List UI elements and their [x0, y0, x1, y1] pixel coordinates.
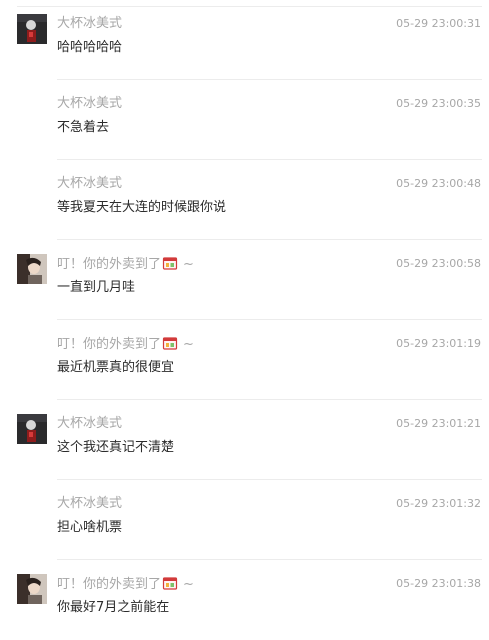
message-text: 最近机票真的很便宜 — [57, 360, 175, 375]
bento-box-icon — [162, 335, 178, 357]
chat-message[interactable]: 叮！你的外卖到了 ~ 05-29 23:01:19 最近机票真的很便宜 — [0, 320, 489, 400]
avatar-girl-photo-icon[interactable] — [17, 254, 47, 284]
sender-name: 大杯冰美式 — [57, 176, 123, 191]
sender-name: 大杯冰美式 — [57, 416, 123, 431]
bento-box-icon — [162, 255, 178, 277]
message-timestamp: 05-29 23:00:35 — [396, 97, 481, 110]
bento-box-icon — [162, 575, 178, 597]
message-timestamp: 05-29 23:01:32 — [396, 497, 481, 510]
message-timestamp: 05-29 23:01:21 — [396, 417, 481, 430]
sender-name: 大杯冰美式 — [57, 16, 123, 31]
chat-message[interactable]: 大杯冰美式 05-29 23:01:21 这个我还真记不清楚 — [0, 400, 489, 480]
message-text: 担心啥机票 — [57, 520, 123, 535]
message-timestamp: 05-29 23:00:31 — [396, 17, 481, 30]
message-text: 不急着去 — [57, 120, 110, 135]
chat-message[interactable]: 大杯冰美式 05-29 23:00:35 不急着去 — [0, 80, 489, 160]
sender-name: 大杯冰美式 — [57, 96, 123, 111]
chat-message[interactable]: 大杯冰美式 05-29 23:01:32 担心啥机票 — [0, 480, 489, 560]
message-timestamp: 05-29 23:01:19 — [396, 337, 481, 350]
chat-message[interactable]: 大杯冰美式 05-29 23:00:31 哈哈哈哈哈 — [0, 0, 489, 80]
sender-name: 叮！你的外卖到了 ~ — [57, 575, 194, 597]
message-text: 一直到几月哇 — [57, 280, 136, 295]
message-timestamp: 05-29 23:01:38 — [396, 577, 481, 590]
message-timestamp: 05-29 23:00:58 — [396, 257, 481, 270]
chat-message[interactable]: 叮！你的外卖到了 ~ 05-29 23:00:58 一直到几月哇 — [0, 240, 489, 320]
avatar-dark-figure-icon[interactable] — [17, 14, 47, 44]
chat-message[interactable]: 大杯冰美式 05-29 23:00:48 等我夏天在大连的时候跟你说 — [0, 160, 489, 240]
sender-name: 叮！你的外卖到了 ~ — [57, 255, 194, 277]
chat-message[interactable]: 叮！你的外卖到了 ~ 05-29 23:01:38 你最好7月之前能在 — [0, 560, 489, 640]
message-text: 等我夏天在大连的时候跟你说 — [57, 200, 227, 215]
message-text: 这个我还真记不清楚 — [57, 440, 175, 455]
sender-name: 叮！你的外卖到了 ~ — [57, 335, 194, 357]
sender-name: 大杯冰美式 — [57, 496, 123, 511]
avatar-girl-photo-icon[interactable] — [17, 574, 47, 604]
message-text: 哈哈哈哈哈 — [57, 40, 123, 55]
chat-history-list: 大杯冰美式 05-29 23:00:31 哈哈哈哈哈 大杯冰美式 05-29 2… — [0, 0, 489, 626]
message-text: 你最好7月之前能在 — [57, 600, 170, 615]
avatar-dark-figure-icon[interactable] — [17, 414, 47, 444]
message-timestamp: 05-29 23:00:48 — [396, 177, 481, 190]
